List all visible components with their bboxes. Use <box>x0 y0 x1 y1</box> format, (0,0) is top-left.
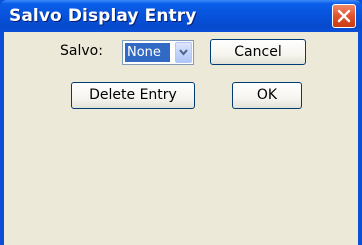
salvo-select-value: None <box>125 43 170 62</box>
chevron-down-icon <box>179 49 188 56</box>
close-icon <box>337 9 351 23</box>
dialog-window: Salvo Display Entry Salvo: None Cancel D… <box>0 0 362 245</box>
cancel-button[interactable]: Cancel <box>210 39 306 65</box>
salvo-label: Salvo: <box>60 43 103 59</box>
salvo-select-dropdown-button[interactable] <box>175 42 192 63</box>
salvo-select[interactable]: None <box>122 40 194 65</box>
close-button[interactable] <box>332 4 356 28</box>
ok-button[interactable]: OK <box>232 82 302 109</box>
delete-entry-button[interactable]: Delete Entry <box>71 82 195 109</box>
title-bar[interactable]: Salvo Display Entry <box>0 0 362 32</box>
dialog-client-area: Salvo: None Cancel Delete Entry OK <box>4 32 358 245</box>
window-title: Salvo Display Entry <box>9 6 197 26</box>
